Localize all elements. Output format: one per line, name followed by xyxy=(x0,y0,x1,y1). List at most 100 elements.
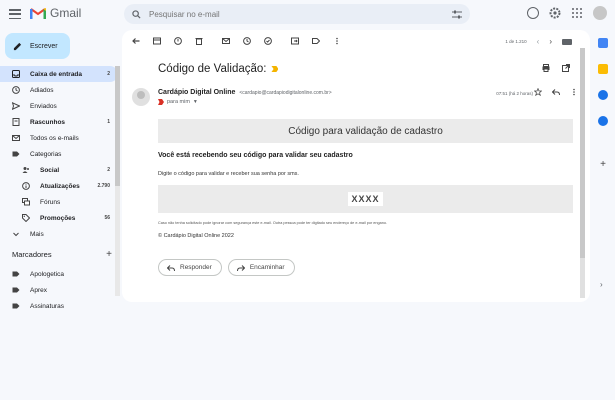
star-icon[interactable] xyxy=(534,88,542,96)
main-menu-button[interactable] xyxy=(8,7,22,21)
move-to-icon[interactable] xyxy=(291,37,299,45)
promotions-count: 56 xyxy=(104,215,110,221)
label-icon[interactable] xyxy=(312,37,320,45)
sidebar-item-drafts[interactable]: Rascunhos 1 xyxy=(0,114,118,130)
email-copyright: © Cardápio Digital Online 2022 xyxy=(158,233,234,239)
sidebar-item-sent[interactable]: Enviados xyxy=(0,98,118,114)
sidebar-scrollbar[interactable] xyxy=(115,66,120,296)
label-item[interactable]: Apologetica xyxy=(0,266,118,282)
trash-icon[interactable] xyxy=(195,37,203,45)
sidebar-nav: Caixa de entrada 2 Adiados Enviados Rasc… xyxy=(0,66,118,242)
subject-actions xyxy=(542,64,570,72)
sidebar-item-all-mail[interactable]: Todos os e-mails xyxy=(0,130,118,146)
label-icon xyxy=(12,287,20,293)
labels-list: Apologetica Aprex Assinaturas xyxy=(0,266,118,314)
reply-icon[interactable] xyxy=(552,88,560,96)
pagination: 1 de 1.210 ‹ › xyxy=(505,37,572,46)
chevron-left-icon[interactable]: ‹ xyxy=(537,37,540,46)
more-vert-icon[interactable] xyxy=(333,37,341,45)
message-toolbar: 1 de 1.210 ‹ › xyxy=(122,30,590,52)
important-marker-icon[interactable] xyxy=(271,66,279,72)
account-avatar[interactable] xyxy=(593,6,607,20)
sidebar-item-label: Enviados xyxy=(30,102,57,110)
label-item-label: Assinaturas xyxy=(30,302,64,310)
chevron-down-icon[interactable]: ▼ xyxy=(193,99,198,105)
help-icon[interactable] xyxy=(527,7,539,19)
email-banner: Código para validação de cadastro xyxy=(158,119,573,143)
people-icon xyxy=(22,167,29,173)
more-vert-icon[interactable] xyxy=(570,88,578,96)
mark-unread-icon[interactable] xyxy=(222,37,230,45)
sidebar-item-label: Rascunhos xyxy=(30,118,66,126)
sender-avatar[interactable] xyxy=(132,88,150,106)
chevron-down-icon xyxy=(13,232,19,237)
keep-icon[interactable] xyxy=(598,64,608,74)
settings-gear-icon[interactable] xyxy=(549,7,561,19)
contacts-icon[interactable] xyxy=(598,116,608,126)
forward-button[interactable]: Encaminhar xyxy=(227,259,295,276)
search-icon[interactable] xyxy=(132,9,141,19)
recipient-line[interactable]: para mim ▼ xyxy=(158,99,198,105)
tag-icon xyxy=(22,214,30,222)
app-name: Gmail xyxy=(50,6,82,20)
forum-icon xyxy=(22,198,30,206)
compose-label: Escrever xyxy=(30,42,58,50)
reply-icon xyxy=(167,264,175,271)
sidebar-item-social[interactable]: Social 2 xyxy=(0,162,118,178)
sidebar-item-label: Todos os e-mails xyxy=(30,134,79,142)
sidebar-item-promotions[interactable]: Promoções 56 xyxy=(0,210,118,226)
calendar-icon[interactable] xyxy=(598,38,608,48)
tasks-icon[interactable] xyxy=(598,90,608,100)
draft-icon xyxy=(12,118,20,126)
apps-grid-icon[interactable] xyxy=(571,7,583,19)
input-tools-icon[interactable] xyxy=(562,38,572,45)
archive-icon[interactable] xyxy=(153,37,161,45)
sidebar-item-label: Adiados xyxy=(30,86,54,94)
snooze-icon[interactable] xyxy=(243,37,251,45)
sender-email: <cardapio@cardapiodigitalonline.com.br> xyxy=(239,90,332,96)
label-item[interactable]: Aprex xyxy=(0,282,118,298)
chevron-right-icon[interactable]: › xyxy=(600,280,603,289)
sidebar-item-inbox[interactable]: Caixa de entrada 2 xyxy=(0,66,118,82)
reply-button[interactable]: Responder xyxy=(158,259,222,276)
clock-icon xyxy=(12,86,20,94)
sidebar-item-forums[interactable]: Fóruns xyxy=(0,194,118,210)
message-scrollbar-thumb[interactable] xyxy=(580,48,585,258)
back-arrow-icon[interactable] xyxy=(132,37,140,45)
all-mail-icon xyxy=(12,135,20,141)
search-input[interactable] xyxy=(149,9,429,19)
message-scrollbar[interactable] xyxy=(580,48,585,298)
sidebar-item-label: Fóruns xyxy=(40,198,61,206)
add-label-icon[interactable]: + xyxy=(106,249,112,260)
sidebar-item-categories[interactable]: Categorias xyxy=(0,146,118,162)
updates-count: 2.790 xyxy=(97,183,110,189)
compose-button[interactable]: Escrever xyxy=(5,33,70,59)
chevron-right-icon[interactable]: › xyxy=(549,37,552,46)
info-icon xyxy=(22,182,30,190)
labels-header: Marcadores + xyxy=(12,249,112,260)
open-new-window-icon[interactable] xyxy=(562,64,570,72)
gmail-m-icon xyxy=(30,8,46,19)
send-icon xyxy=(12,102,20,110)
sidebar-item-label: Social xyxy=(40,166,60,174)
report-spam-icon[interactable] xyxy=(174,37,182,45)
sidebar-item-label: Caixa de entrada xyxy=(30,70,83,78)
label-item[interactable]: Assinaturas xyxy=(0,298,118,314)
add-task-icon[interactable] xyxy=(264,37,272,45)
add-on-plus-icon[interactable]: + xyxy=(598,160,608,170)
sidebar-item-more[interactable]: Mais xyxy=(0,226,118,242)
validation-code: XXXX xyxy=(348,192,383,206)
sidebar-item-updates[interactable]: Atualizações 2.790 xyxy=(0,178,118,194)
search-options-icon[interactable] xyxy=(452,10,462,19)
importance-icon xyxy=(158,99,164,105)
sidebar-item-snoozed[interactable]: Adiados xyxy=(0,82,118,98)
print-icon[interactable] xyxy=(542,64,550,72)
search-bar[interactable] xyxy=(124,4,470,24)
email-subject: Código de Validação: xyxy=(158,63,279,75)
reply-label: Responder xyxy=(180,264,212,271)
sidebar-scrollbar-thumb[interactable] xyxy=(115,66,120,186)
gmail-logo[interactable]: Gmail xyxy=(30,6,81,20)
label-icon xyxy=(12,271,20,277)
unread-count: 2 xyxy=(107,71,110,77)
sender-info: Cardápio Digital Online <cardapio@cardap… xyxy=(158,89,332,96)
